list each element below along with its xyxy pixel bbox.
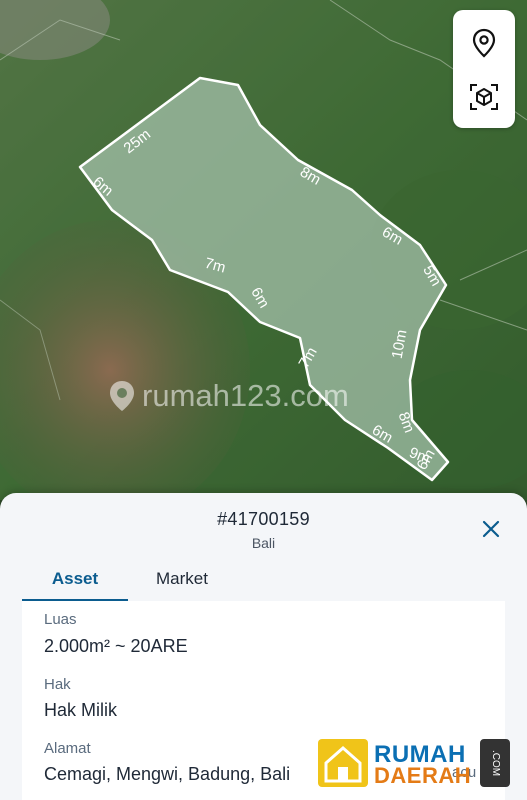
satellite-map[interactable]: 25m 8m 6m 5m 6m 7m 6m 7m 10m 8m 6m 9m 6m rumah123.co…	[0, 0, 527, 500]
close-button[interactable]	[481, 519, 501, 539]
tab-bar: Asset Market	[22, 567, 505, 602]
listing-region: Bali	[251, 535, 276, 551]
field-value-hak: Hak Milik	[44, 700, 118, 720]
tab-asset[interactable]: Asset	[22, 567, 128, 602]
logo-suffix: .COM	[480, 739, 510, 787]
map-controls	[453, 10, 515, 128]
field-label-alamat: Alamat	[44, 740, 91, 757]
house-logo-icon	[318, 739, 368, 787]
watermark: rumah123.com	[108, 378, 349, 414]
3d-box-icon	[470, 84, 498, 110]
field-value-luas: 2.000m² ~ 20ARE	[44, 636, 188, 656]
location-button[interactable]	[453, 18, 515, 68]
location-pin-watermark-icon	[110, 381, 134, 411]
close-icon	[482, 520, 500, 538]
field-label-hak: Hak	[44, 676, 71, 693]
3d-view-button[interactable]	[453, 72, 515, 122]
field-label-luas: Luas	[44, 611, 77, 628]
logo-line2: DAERAH	[374, 763, 472, 788]
listing-id: #41700159	[217, 509, 310, 529]
rumah-daerah-logo: RUMAH DAERAH .COM	[318, 737, 518, 789]
field-value-alamat: Cemagi, Mengwi, Badung, Bali	[44, 764, 291, 784]
map-canvas[interactable]: 25m8m6m5m6m7m6m7m 10m8m6m9m6m	[0, 0, 527, 500]
watermark-text: rumah123.com	[142, 378, 349, 413]
map-pin-icon	[472, 28, 496, 58]
tab-market[interactable]: Market	[142, 567, 222, 599]
